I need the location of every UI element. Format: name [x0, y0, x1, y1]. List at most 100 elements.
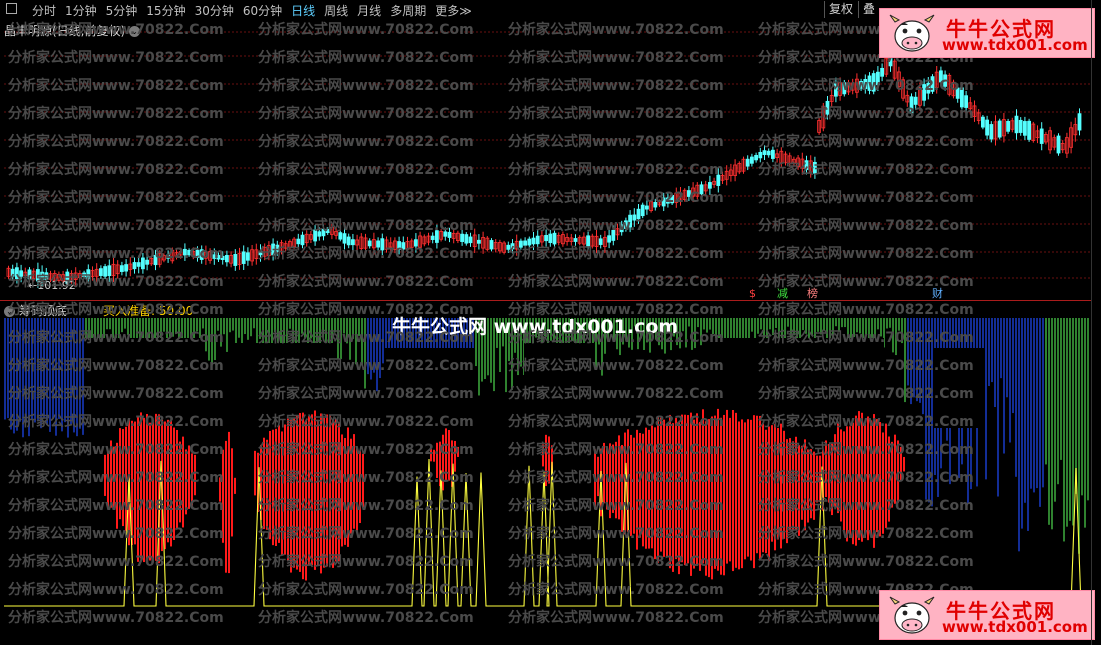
stock-title[interactable]: 晶丰明源(日线,前复权) ⌄: [4, 22, 141, 39]
indicator-collapse-icon[interactable]: ⌄: [4, 306, 15, 317]
candle: [687, 190, 691, 197]
curtain-bar: [274, 318, 276, 333]
chip-bar: [311, 414, 313, 566]
period-tab[interactable]: 1分钟: [65, 2, 97, 19]
event-marker[interactable]: $: [748, 287, 757, 300]
chip-bar: [110, 440, 112, 508]
candle: [670, 195, 674, 204]
chip-bar: [278, 425, 280, 543]
chip-bar: [636, 429, 638, 550]
chip-bar: [194, 454, 196, 496]
candle: [271, 243, 276, 256]
restore-rights-button[interactable]: 复权: [824, 1, 857, 18]
candle: [813, 161, 817, 174]
candle: [447, 231, 452, 238]
curtain-bar: [79, 318, 81, 429]
indicator-header[interactable]: ⌄ 筹码顶底: [4, 302, 67, 319]
period-tab[interactable]: 月线: [357, 2, 381, 19]
event-marker[interactable]: 榜: [806, 287, 819, 300]
chip-bar: [219, 477, 221, 502]
chip-bar: [314, 410, 316, 570]
overlay-button[interactable]: 叠: [858, 1, 879, 18]
chip-bar: [338, 422, 340, 562]
chip-bar: [445, 428, 447, 480]
chip-bar: [542, 444, 544, 467]
chip-bar: [672, 423, 674, 572]
event-marker[interactable]: 减: [776, 287, 789, 300]
candle: [413, 239, 418, 247]
curtain-bar: [349, 318, 351, 360]
chip-bar: [675, 417, 677, 560]
chip-bar: [143, 417, 145, 563]
curtain-bar: [382, 318, 384, 364]
candle: [1077, 113, 1082, 131]
mask: [234, 343, 334, 413]
chip-bar: [882, 432, 884, 534]
period-tab[interactable]: 更多≫: [435, 2, 472, 19]
mask: [704, 338, 884, 398]
candle: [14, 267, 19, 279]
curtain-bar: [823, 318, 825, 331]
period-tab[interactable]: 30分钟: [195, 2, 234, 19]
period-tab[interactable]: 15分钟: [146, 2, 185, 19]
curtain-bar: [916, 318, 918, 402]
chip-bar: [263, 437, 265, 530]
period-tab[interactable]: 日线: [291, 2, 315, 19]
candle: [804, 160, 809, 170]
period-tab[interactable]: 多周期: [390, 2, 426, 19]
chip-bar: [897, 440, 899, 503]
candle: [350, 239, 355, 246]
candle: [527, 238, 532, 246]
chip-bar: [762, 423, 764, 553]
candle: [922, 84, 926, 101]
chip-bar: [696, 413, 698, 566]
curtain-bar: [205, 318, 207, 352]
candle: [598, 238, 603, 245]
curtain-bar: [10, 318, 12, 430]
curtain-bar: [55, 318, 57, 436]
candle: [367, 240, 372, 247]
candle: [460, 233, 465, 242]
panel-toggle-icon[interactable]: [6, 3, 17, 14]
chip-bar: [290, 419, 292, 573]
candlestick-chart[interactable]: [4, 20, 1090, 300]
chip-bar: [642, 433, 644, 547]
candle: [535, 235, 540, 245]
curtain-bar: [25, 318, 27, 423]
chip-bar: [448, 430, 450, 481]
candle: [476, 239, 481, 244]
chip-bar: [122, 429, 124, 527]
chevron-down-icon[interactable]: ⌄: [129, 26, 141, 37]
chip-bar: [765, 429, 767, 554]
chip-bar: [759, 415, 761, 561]
candle: [296, 238, 301, 245]
period-tab[interactable]: 分时: [32, 2, 56, 19]
chip-bar: [284, 424, 286, 555]
curtain-bar: [148, 318, 150, 339]
candle: [376, 240, 381, 248]
period-tab[interactable]: 5分钟: [106, 2, 138, 19]
curtain-bar: [802, 318, 804, 331]
curtain-bar: [73, 318, 75, 433]
curtain-bar: [121, 318, 123, 333]
chip-bar: [436, 442, 438, 478]
candle: [187, 249, 192, 256]
period-tab[interactable]: 周线: [324, 2, 348, 19]
chip-bar: [693, 419, 695, 569]
curtain-bar: [859, 318, 861, 334]
candle: [771, 149, 775, 159]
chip-bar: [756, 415, 758, 554]
candle: [943, 74, 947, 87]
candle: [86, 269, 91, 280]
curtain-bar: [13, 318, 15, 434]
curtain-bar: [1042, 318, 1044, 488]
curtain-bar: [37, 318, 39, 422]
curtain-bar: [760, 318, 762, 330]
candle: [1027, 120, 1031, 140]
candle: [1023, 121, 1027, 136]
curtain-bar: [301, 318, 303, 334]
event-marker[interactable]: 财: [931, 287, 944, 300]
curtain-bar: [1012, 318, 1014, 414]
period-tab[interactable]: 60分钟: [243, 2, 282, 19]
curtain-bar: [793, 318, 795, 336]
